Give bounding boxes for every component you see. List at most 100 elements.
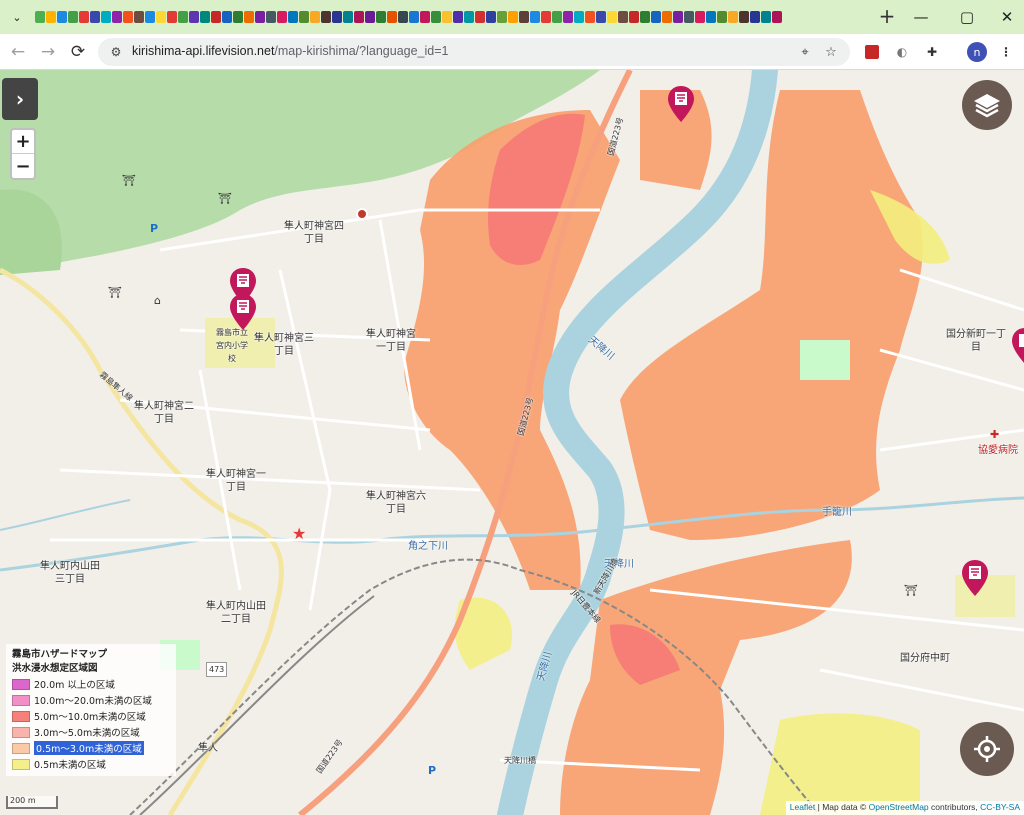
- pinned-tab-favicon[interactable]: [772, 11, 782, 23]
- pinned-tab-favicon[interactable]: [717, 11, 727, 23]
- pinned-tab-favicon[interactable]: [486, 11, 496, 23]
- legend-item[interactable]: 0.5m〜3.0m未満の区域: [12, 740, 170, 756]
- pinned-tab-favicon[interactable]: [178, 11, 188, 23]
- pinned-tab-favicon[interactable]: [750, 11, 760, 23]
- pinned-tab-favicon[interactable]: [442, 11, 452, 23]
- shelter-marker[interactable]: [668, 86, 694, 122]
- pinned-tab-favicon[interactable]: [112, 11, 122, 23]
- pinned-tab-favicon[interactable]: [222, 11, 232, 23]
- profile-avatar[interactable]: n: [967, 42, 987, 62]
- legend-item[interactable]: 5.0m〜10.0m未満の区域: [12, 708, 170, 724]
- pinned-tab-favicon[interactable]: [541, 11, 551, 23]
- pinned-tab-favicon[interactable]: [167, 11, 177, 23]
- pinned-tab-favicon[interactable]: [508, 11, 518, 23]
- pinned-tab-favicon[interactable]: [497, 11, 507, 23]
- shelter-marker[interactable]: [230, 294, 256, 330]
- legend-item[interactable]: 0.5m未満の区域: [12, 756, 170, 772]
- pinned-tab-favicon[interactable]: [409, 11, 419, 23]
- license-link[interactable]: CC-BY-SA: [980, 802, 1020, 812]
- bookmark-star-icon[interactable]: ☆: [822, 43, 840, 61]
- pinned-tab-favicon[interactable]: [629, 11, 639, 23]
- pinned-tab-favicon[interactable]: [420, 11, 430, 23]
- pinned-tab-favicon[interactable]: [585, 11, 595, 23]
- zoom-out-button[interactable]: −: [12, 154, 34, 178]
- pinned-tab-favicon[interactable]: [464, 11, 474, 23]
- pinned-tab-favicon[interactable]: [57, 11, 67, 23]
- pinned-tab-favicon[interactable]: [640, 11, 650, 23]
- close-window-button[interactable]: ✕: [984, 0, 1024, 34]
- locate-me-button[interactable]: [960, 722, 1014, 776]
- pinned-tab-favicon[interactable]: [563, 11, 573, 23]
- reload-button[interactable]: ⟳: [64, 38, 92, 66]
- pinned-tab-favicon[interactable]: [68, 11, 78, 23]
- shelter-marker[interactable]: [1012, 328, 1024, 364]
- layers-button[interactable]: [962, 80, 1012, 130]
- url-text[interactable]: kirishima-api.lifevision.net/map-kirishi…: [132, 44, 448, 58]
- pinned-tab-favicon[interactable]: [651, 11, 661, 23]
- pinned-tab-favicon[interactable]: [343, 11, 353, 23]
- leaflet-link[interactable]: Leaflet: [790, 802, 816, 812]
- pinned-tab-favicon[interactable]: [277, 11, 287, 23]
- pinned-tab-favicon[interactable]: [475, 11, 485, 23]
- location-icon[interactable]: ⌖: [796, 43, 814, 61]
- pinned-tab-favicon[interactable]: [244, 11, 254, 23]
- minimize-button[interactable]: —: [898, 0, 944, 34]
- legend-item[interactable]: 20.0m 以上の区域: [12, 676, 170, 692]
- browser-menu-icon[interactable]: ⋮: [996, 42, 1016, 62]
- pinned-tab-favicon[interactable]: [123, 11, 133, 23]
- pinned-tab-favicon[interactable]: [574, 11, 584, 23]
- legend-item[interactable]: 10.0m〜20.0m未満の区域: [12, 692, 170, 708]
- pinned-tab-favicon[interactable]: [255, 11, 265, 23]
- pinned-tab-favicon[interactable]: [332, 11, 342, 23]
- extension-icon-2[interactable]: ◐: [892, 42, 912, 62]
- pinned-tab-favicon[interactable]: [354, 11, 364, 23]
- location-star-icon[interactable]: ★: [292, 524, 306, 543]
- legend-item[interactable]: 3.0m〜5.0m未満の区域: [12, 724, 170, 740]
- pinned-tab-favicon[interactable]: [46, 11, 56, 23]
- pinned-tab-favicon[interactable]: [398, 11, 408, 23]
- pdf-extension-icon[interactable]: [862, 42, 882, 62]
- pinned-tab-favicon[interactable]: [431, 11, 441, 23]
- location-dot-icon[interactable]: [356, 208, 368, 220]
- pinned-tab-favicon[interactable]: [266, 11, 276, 23]
- pinned-tab-favicon[interactable]: [739, 11, 749, 23]
- pinned-tab-favicon[interactable]: [233, 11, 243, 23]
- pinned-tab-favicon[interactable]: [79, 11, 89, 23]
- pinned-tab-favicon[interactable]: [145, 11, 155, 23]
- sidebar-toggle-button[interactable]: ›: [2, 78, 38, 120]
- pinned-tab-favicon[interactable]: [530, 11, 540, 23]
- pinned-tab-favicon[interactable]: [706, 11, 716, 23]
- pinned-tab-favicon[interactable]: [310, 11, 320, 23]
- forward-button[interactable]: →: [34, 38, 62, 66]
- pinned-tab-favicon[interactable]: [211, 11, 221, 23]
- pinned-tab-favicon[interactable]: [662, 11, 672, 23]
- osm-link[interactable]: OpenStreetMap: [869, 802, 929, 812]
- extensions-puzzle-icon[interactable]: ✚: [922, 42, 942, 62]
- tab-search-icon[interactable]: ⌄: [5, 5, 29, 29]
- pinned-tab-favicon[interactable]: [90, 11, 100, 23]
- pinned-tab-favicon[interactable]: [101, 11, 111, 23]
- zoom-in-button[interactable]: +: [12, 130, 34, 154]
- shelter-marker[interactable]: [962, 560, 988, 596]
- pinned-tab-favicon[interactable]: [35, 11, 45, 23]
- pinned-tab-favicon[interactable]: [596, 11, 606, 23]
- pinned-tab-favicon[interactable]: [552, 11, 562, 23]
- hazard-map[interactable]: 隼人町神宮四 丁目 隼人町神宮三 丁目 霧島市立 宮内小学 校 隼人町神宮 一丁…: [0, 70, 1024, 815]
- site-info-icon[interactable]: ⚙: [108, 44, 124, 60]
- pinned-tab-favicon[interactable]: [453, 11, 463, 23]
- address-bar[interactable]: ⚙ kirishima-api.lifevision.net/map-kiris…: [98, 38, 850, 66]
- pinned-tab-favicon[interactable]: [321, 11, 331, 23]
- pinned-tab-favicon[interactable]: [156, 11, 166, 23]
- pinned-tab-favicon[interactable]: [288, 11, 298, 23]
- pinned-tab-favicon[interactable]: [618, 11, 628, 23]
- pinned-tab-favicon[interactable]: [387, 11, 397, 23]
- pinned-tab-favicon[interactable]: [519, 11, 529, 23]
- pinned-tab-favicon[interactable]: [200, 11, 210, 23]
- pinned-tab-favicon[interactable]: [684, 11, 694, 23]
- pinned-tab-favicon[interactable]: [134, 11, 144, 23]
- back-button[interactable]: ←: [4, 38, 32, 66]
- pinned-tab-favicon[interactable]: [365, 11, 375, 23]
- pinned-tab-favicon[interactable]: [728, 11, 738, 23]
- pinned-tab-favicon[interactable]: [761, 11, 771, 23]
- new-tab-button[interactable]: +: [874, 4, 900, 28]
